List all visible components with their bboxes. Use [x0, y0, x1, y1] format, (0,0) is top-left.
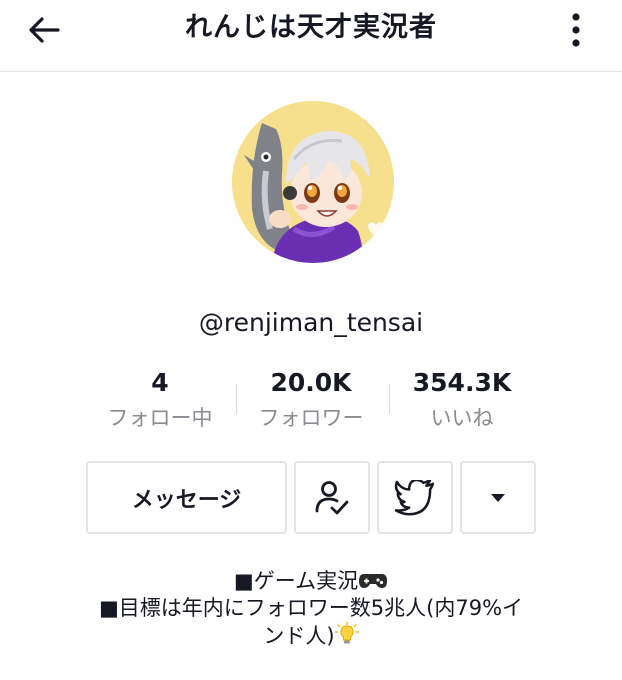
more-actions-dropdown[interactable] — [460, 461, 536, 534]
bio-line-1-text: ■ゲーム実況 — [233, 569, 359, 593]
bio-line-3-text: ンド人) — [263, 624, 335, 648]
twitter-bird-icon — [394, 479, 435, 515]
more-options-button[interactable] — [556, 8, 596, 52]
stat-divider — [389, 384, 390, 414]
stat-following-label: フォロー中 — [107, 406, 213, 430]
vertical-dots-icon — [572, 13, 580, 47]
person-check-icon — [315, 480, 349, 514]
bio-line-1: ■ゲーム実況 — [40, 568, 582, 595]
message-button-label: メッセージ — [131, 487, 242, 513]
message-button[interactable]: メッセージ — [86, 461, 287, 534]
stat-likes-count: 354.3K — [412, 368, 512, 397]
page-title: れんじは天才実況者 — [185, 12, 437, 43]
arrow-left-icon — [29, 17, 60, 43]
profile-avatar[interactable] — [232, 101, 394, 263]
username: @renjiman_tensai — [198, 308, 424, 337]
stat-following-count: 4 — [151, 368, 169, 397]
stat-followers-count: 20.0K — [270, 368, 352, 397]
anime-avatar-with-shark — [232, 101, 394, 263]
stat-divider — [236, 384, 237, 414]
triangle-down-icon — [491, 493, 505, 502]
stat-followers-label: フォロワー — [258, 406, 364, 430]
light-bulb-icon — [334, 622, 359, 644]
bio-line-3: ンド人) — [40, 622, 582, 650]
game-controller-icon — [359, 574, 388, 588]
follow-status-button[interactable] — [294, 461, 370, 534]
back-button[interactable] — [18, 10, 70, 50]
twitter-link-button[interactable] — [377, 461, 453, 534]
profile-bio: ■ゲーム実況 ■目標は年内にフォロワー数5兆人(内79%イ ンド人) — [40, 568, 582, 650]
top-nav-bar: れんじは天才実況者 — [0, 0, 622, 72]
stat-likes: 354.3K いいね — [398, 366, 526, 434]
stat-followers[interactable]: 20.0K フォロワー — [245, 366, 377, 434]
bio-line-2: ■目標は年内にフォロワー数5兆人(内79%イ — [98, 596, 524, 620]
stat-likes-label: いいね — [430, 406, 494, 430]
stat-following[interactable]: 4 フォロー中 — [100, 366, 220, 434]
